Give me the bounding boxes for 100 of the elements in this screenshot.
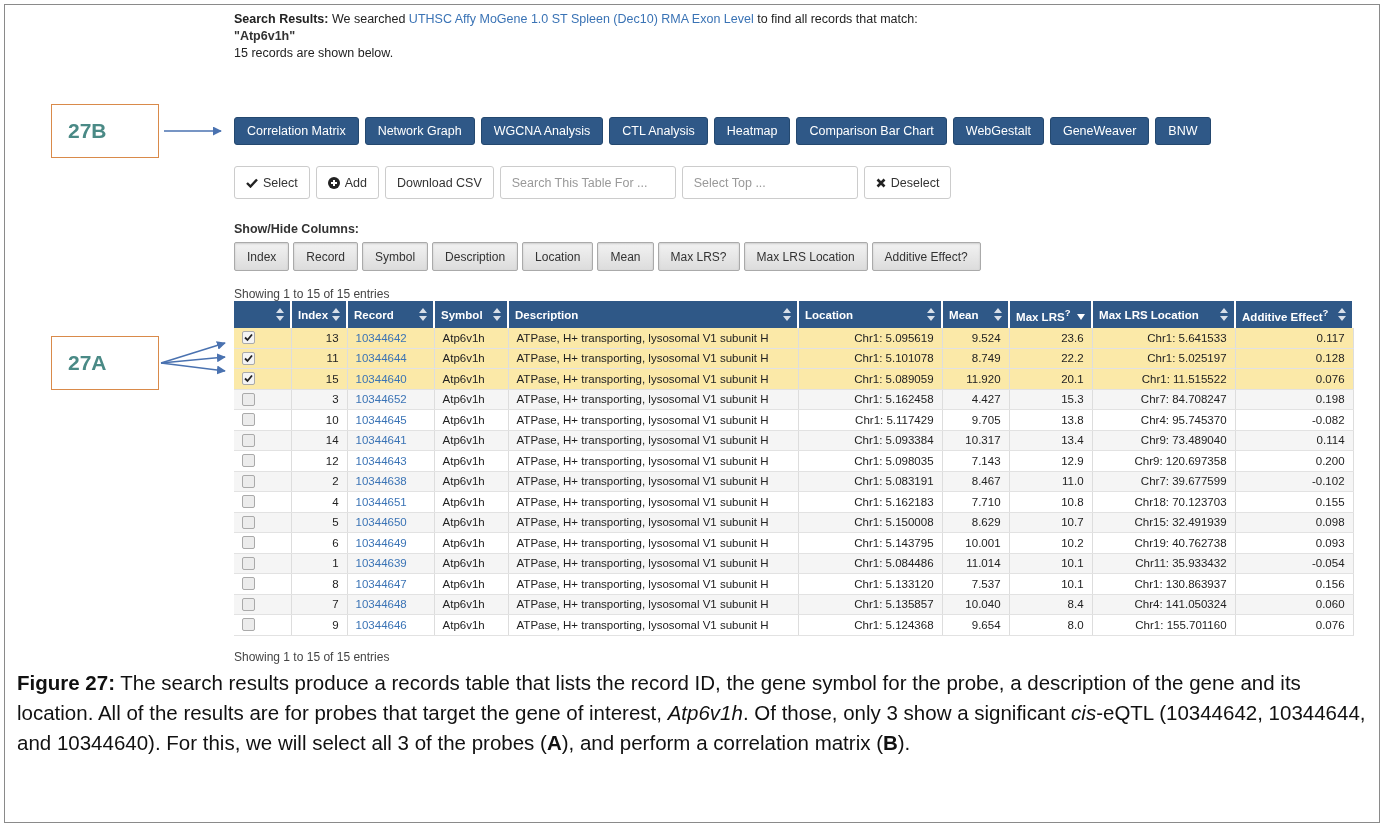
callout-label: 27A [51,336,159,390]
table-cell: 12 [291,450,348,471]
column-header[interactable]: Description [508,301,799,328]
table-cell: 7.143 [942,450,1010,471]
column-toggle[interactable]: Mean [597,242,654,271]
table-cell: Chr18: 70.123703 [1092,491,1236,512]
row-checkbox[interactable] [242,393,255,406]
row-checkbox[interactable] [242,331,255,345]
record-link[interactable]: 10344651 [355,495,407,508]
column-toggle[interactable]: Record [293,242,359,271]
table-cell: ATPase, H+ transporting, lysosomal V1 subunit H [508,328,799,348]
row-checkbox[interactable] [242,536,255,550]
record-link[interactable]: 10344649 [355,536,407,549]
table-cell: 9.654 [942,614,1010,635]
record-count: 15 records are shown below. [234,45,394,62]
analysis-button[interactable]: Comparison Bar Chart [796,117,947,145]
record-link[interactable]: 10344645 [355,413,407,426]
row-checkbox[interactable] [242,577,255,591]
record-link[interactable]: 10344650 [355,516,407,529]
record-link[interactable]: 10344648 [355,598,407,611]
column-header[interactable]: Location [798,301,943,328]
column-header[interactable]: Symbol [434,301,509,328]
row-checkbox[interactable] [242,454,255,468]
table-cell: Atp6v1h [434,430,509,451]
row-checkbox[interactable] [242,495,255,509]
toolbar-button[interactable]: Add [315,166,379,199]
table-cell: Atp6v1h [434,532,509,553]
table-cell: 8.4 [1009,594,1093,615]
column-toggle[interactable]: Location [522,242,594,271]
table-cell: Chr15: 32.491939 [1092,512,1236,533]
table-cell: Chr9: 73.489040 [1092,430,1236,451]
analysis-button[interactable]: CTL Analysis [609,117,708,145]
toolbar-button[interactable]: Download CSV [385,166,494,199]
record-link[interactable]: 10344642 [355,331,407,344]
analysis-button[interactable]: GeneWeaver [1049,117,1150,145]
analysis-button[interactable]: Correlation Matrix [234,117,359,145]
table-cell: 8.0 [1009,614,1093,635]
record-link[interactable]: 10344641 [355,434,407,447]
table-cell: Atp6v1h [434,450,509,471]
record-link[interactable]: 10344644 [355,352,407,365]
column-header[interactable]: Index [291,301,348,328]
record-link[interactable]: 10344640 [355,372,407,385]
column-header[interactable]: Additive Effect$^{?}$ [1235,301,1354,328]
column-toggle[interactable]: Description [432,242,519,271]
record-link[interactable]: 10344646 [355,618,407,631]
toolbar-button[interactable]: Select [234,166,310,199]
table-cell: Chr1: 5.117429 [798,409,943,430]
column-header[interactable]: Max LRS Location [1092,301,1236,328]
table-cell: 15.3 [1009,389,1093,410]
table-cell: 2 [291,471,348,492]
record-link[interactable]: 10344647 [355,577,407,590]
column-toggle[interactable]: Additive Effect? [871,242,981,271]
input-field[interactable]: Search This Table For ... [499,166,676,199]
table-cell: 10.001 [942,532,1010,553]
table-cell: 10.2 [1009,532,1093,553]
row-checkbox[interactable] [242,557,255,570]
table-cell: ATPase, H+ transporting, lysosomal V1 subunit H [508,532,799,553]
column-toggle[interactable]: Max LRS Location [743,242,868,271]
input-field[interactable]: Select Top ... [681,166,858,199]
table-cell: 4.427 [942,389,1010,410]
record-link[interactable]: 10344643 [355,454,407,467]
dataset-link[interactable]: UTHSC Affy MoGene 1.0 ST Spleen (Dec10) RMA Exon Level [408,12,754,26]
table-cell: 4 [291,491,348,512]
table-cell: 10.8 [1009,491,1093,512]
table-cell: 0.198 [1235,389,1354,410]
table-cell: 14 [291,430,348,451]
table-cell: Atp6v1h [434,553,509,574]
table-cell: Chr1: 5.101078 [798,348,943,369]
analysis-button[interactable]: BNW [1155,117,1211,145]
table-cell: Chr1: 5.162183 [798,491,943,512]
analysis-button[interactable]: WGCNA Analysis [480,117,604,145]
column-toggle[interactable]: Symbol [362,242,429,271]
table-cell: 0.114 [1235,430,1354,451]
row-checkbox[interactable] [242,352,255,365]
column-toggle[interactable]: Max LRS? [657,242,740,271]
row-checkbox[interactable] [242,516,255,529]
row-checkbox[interactable] [242,413,255,427]
row-checkbox[interactable] [242,434,255,447]
row-checkbox[interactable] [242,372,255,386]
column-header[interactable]: Mean [942,301,1010,328]
table-cell: 9.705 [942,409,1010,430]
column-toggle[interactable]: Index [234,242,290,271]
column-header[interactable]: Max LRS$^{?}$ [1009,301,1093,328]
row-checkbox[interactable] [242,475,255,488]
sort-icon [332,308,341,321]
table-cell: 8.467 [942,471,1010,492]
record-link[interactable]: 10344639 [355,557,407,570]
analysis-button[interactable]: Network Graph [364,117,475,145]
row-checkbox[interactable] [242,598,255,611]
toolbar-button[interactable]: Deselect [863,166,952,199]
table-cell: Chr4: 95.745370 [1092,409,1236,430]
column-header[interactable]: Record [347,301,435,328]
table-cell: 0.093 [1235,532,1354,553]
table-cell: Chr1: 11.515522 [1092,368,1236,389]
analysis-button[interactable]: WebGestalt [952,117,1044,145]
table-cell: 0.076 [1235,368,1354,389]
analysis-button[interactable]: Heatmap [713,117,791,145]
record-link[interactable]: 10344652 [355,393,407,406]
row-checkbox[interactable] [242,618,255,632]
record-link[interactable]: 10344638 [355,475,407,488]
